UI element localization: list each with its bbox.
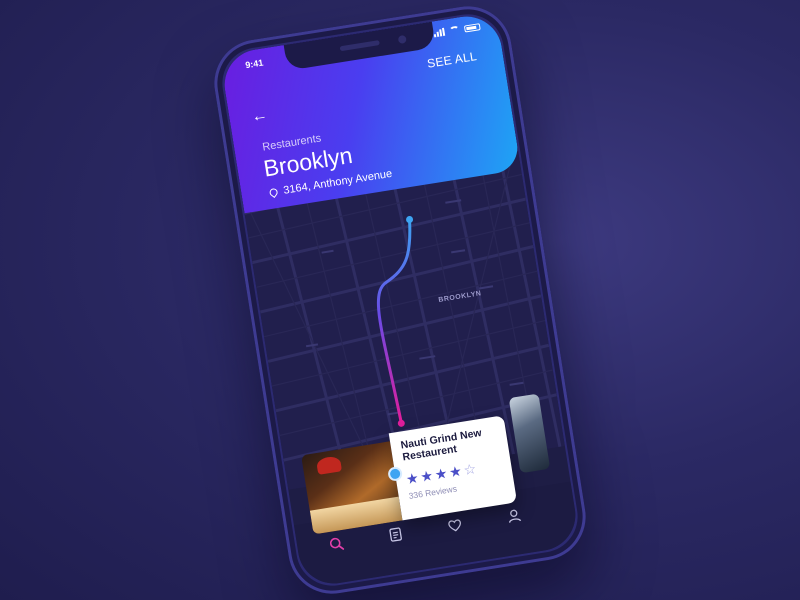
back-arrow-icon[interactable]: ← <box>250 107 269 127</box>
signal-icon <box>433 27 446 38</box>
restaurant-card[interactable]: Nauti Grind New Restaurent ★ ★ ★ ★ ☆ 336… <box>388 415 518 521</box>
star-outline-icon: ☆ <box>462 460 478 479</box>
star-icon: ★ <box>404 469 420 488</box>
star-icon: ★ <box>448 462 463 481</box>
location-pin-icon <box>268 186 280 199</box>
status-icons <box>433 22 481 38</box>
battery-icon <box>463 23 481 33</box>
status-time: 9:41 <box>244 57 264 71</box>
restaurant-name: Nauti Grind New Restaurent <box>399 426 483 464</box>
star-icon: ★ <box>419 467 435 485</box>
lamp-shape <box>315 455 343 475</box>
phone-screen: BROOKLYN 9:41 SEE ALL ← Restaurents Broo… <box>219 11 581 589</box>
wifi-icon <box>448 25 461 35</box>
phone-device: BROOKLYN 9:41 SEE ALL ← Restaurents Broo… <box>208 0 592 600</box>
restaurant-photo[interactable] <box>301 441 403 535</box>
speaker <box>339 40 380 52</box>
see-all-button[interactable]: SEE ALL <box>426 49 478 71</box>
camera <box>397 34 407 45</box>
star-rating: ★ ★ ★ ★ ☆ <box>405 460 478 488</box>
star-icon: ★ <box>433 464 449 483</box>
